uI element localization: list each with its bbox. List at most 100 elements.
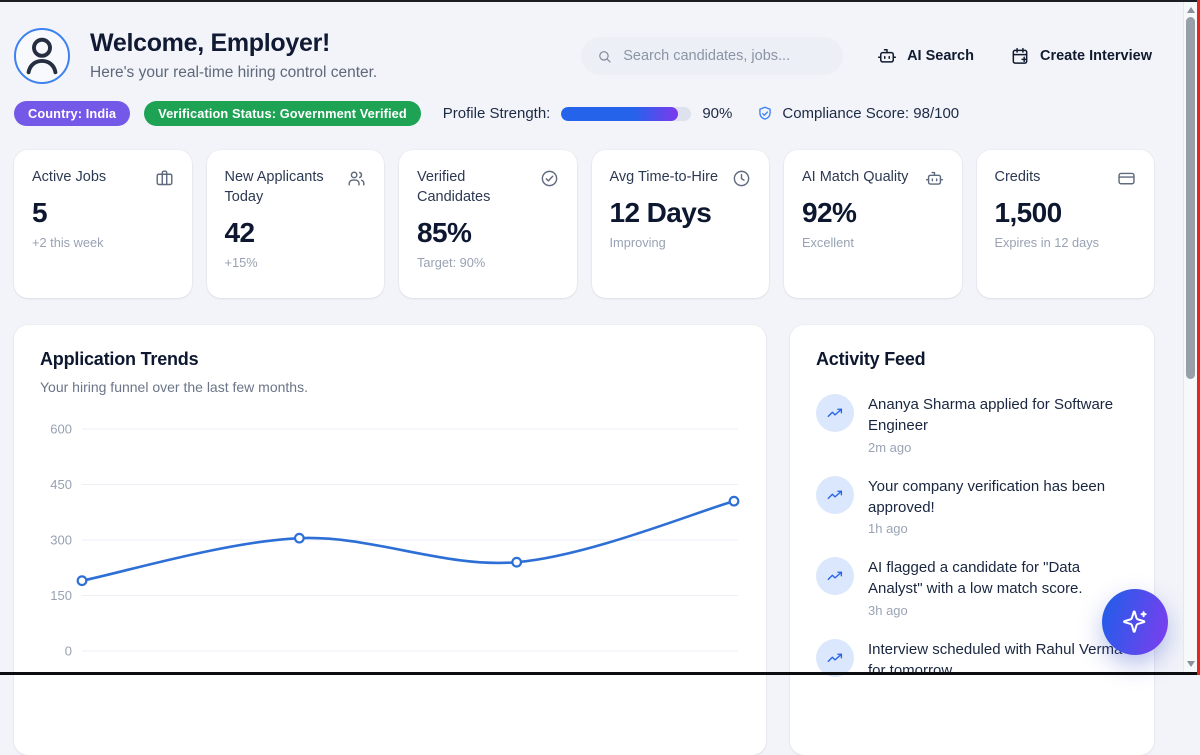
- stat-card-title: Avg Time-to-Hire: [610, 167, 719, 188]
- header-text: Welcome, Employer! Here's your real-time…: [90, 30, 377, 82]
- dashboard-page: Welcome, Employer! Here's your real-time…: [0, 0, 1200, 675]
- activity-feed-item-time: 1h ago: [868, 521, 1128, 536]
- svg-text:300: 300: [50, 533, 72, 548]
- svg-text:150: 150: [50, 588, 72, 603]
- stat-card-value: 12 Days: [610, 197, 752, 229]
- stat-card-header: New Applicants Today: [225, 167, 367, 208]
- users-icon: [347, 169, 366, 188]
- activity-feed-list: Ananya Sharma applied for Software Engin…: [816, 394, 1128, 681]
- activity-feed-title: Activity Feed: [816, 349, 1128, 370]
- ai-search-label: AI Search: [907, 48, 974, 64]
- profile-strength-label: Profile Strength:: [443, 105, 551, 122]
- trending-up-icon: [816, 476, 854, 514]
- bot-icon: [925, 169, 944, 188]
- user-icon: [16, 30, 68, 82]
- sparkles-icon: [1122, 609, 1149, 636]
- activity-feed-item-body: Ananya Sharma applied for Software Engin…: [868, 394, 1128, 455]
- stat-card-subtext: Expires in 12 days: [995, 235, 1137, 250]
- vertical-scrollbar[interactable]: [1183, 2, 1197, 672]
- stat-card-subtext: Improving: [610, 235, 752, 250]
- activity-feed-item-time: 2m ago: [868, 440, 1128, 455]
- ai-assistant-fab[interactable]: [1102, 589, 1168, 655]
- stat-card: Verified Candidates 85% Target: 90%: [399, 150, 577, 298]
- page-subtitle: Here's your real-time hiring control cen…: [90, 64, 377, 82]
- create-interview-button[interactable]: Create Interview: [1008, 40, 1154, 72]
- application-trends-panel: Application Trends Your hiring funnel ov…: [14, 325, 766, 755]
- credit-card-icon: [1117, 169, 1136, 188]
- profile-strength-fill: [561, 107, 678, 121]
- briefcase-icon: [155, 169, 174, 188]
- stat-card-header: Verified Candidates: [417, 167, 559, 208]
- header: Welcome, Employer! Here's your real-time…: [14, 28, 1154, 84]
- check-circle-icon: [540, 169, 559, 188]
- activity-feed-item: Your company verification has been appro…: [816, 476, 1128, 537]
- trending-up-icon: [816, 394, 854, 432]
- scroll-up-arrow[interactable]: [1187, 7, 1195, 13]
- header-left: Welcome, Employer! Here's your real-time…: [14, 28, 377, 84]
- main-row: Application Trends Your hiring funnel ov…: [14, 325, 1154, 755]
- stat-cards: Active Jobs 5 +2 this week New Applicants T…: [14, 150, 1154, 298]
- calendar-plus-icon: [1010, 46, 1030, 66]
- stat-card: Active Jobs 5 +2 this week: [14, 150, 192, 298]
- header-actions: AI Search Create Interview: [581, 37, 1154, 75]
- shield-check-icon: [756, 105, 774, 123]
- activity-feed-item-text: Ananya Sharma applied for Software Engin…: [868, 394, 1128, 437]
- svg-text:450: 450: [50, 477, 72, 492]
- bot-icon: [877, 46, 897, 66]
- screenshot-top-border: [0, 0, 1200, 2]
- stat-card: AI Match Quality92%Excellent: [784, 150, 962, 298]
- stat-card: New Applicants Today 42 +15%: [207, 150, 385, 298]
- stat-card-subtext: Target: 90%: [417, 255, 559, 270]
- activity-feed-item-time: 3h ago: [868, 603, 1128, 618]
- stat-card-subtext: +2 this week: [32, 235, 174, 250]
- stat-card-header: Avg Time-to-Hire: [610, 167, 752, 188]
- profile-strength-percent: 90%: [702, 105, 732, 122]
- chart-svg: 0 150 300 450 600: [40, 417, 740, 669]
- stat-card-header: Active Jobs: [32, 167, 174, 188]
- scrollbar-thumb[interactable]: [1186, 17, 1195, 379]
- stat-card-title: Verified Candidates: [417, 167, 532, 208]
- verification-badge: Verification Status: Government Verified: [144, 101, 421, 126]
- activity-feed-item-text: AI flagged a candidate for "Data Analyst…: [868, 557, 1128, 600]
- stat-card-value: 42: [225, 217, 367, 249]
- chart-data-point: [512, 558, 521, 567]
- compliance-label: Compliance Score: 98/100: [782, 105, 959, 122]
- svg-text:0: 0: [65, 644, 72, 659]
- stat-card-header: Credits: [995, 167, 1137, 188]
- activity-feed-panel: Activity Feed Ananya Sharma applied for …: [790, 325, 1154, 755]
- chart-title: Application Trends: [40, 349, 740, 370]
- svg-text:600: 600: [50, 422, 72, 437]
- chart-data-point: [730, 497, 739, 506]
- activity-feed-item: AI flagged a candidate for "Data Analyst…: [816, 557, 1128, 618]
- stat-card-title: AI Match Quality: [802, 167, 908, 188]
- stat-card-title: Credits: [995, 167, 1041, 188]
- trend-line-chart: 0 150 300 450 600: [40, 417, 740, 674]
- chart-data-point: [78, 576, 87, 585]
- scroll-down-arrow[interactable]: [1187, 661, 1195, 667]
- chart-data-point: [295, 534, 304, 543]
- stat-card-value: 1,500: [995, 197, 1137, 229]
- activity-feed-item-body: Your company verification has been appro…: [868, 476, 1128, 537]
- activity-feed-item-text: Your company verification has been appro…: [868, 476, 1128, 519]
- stat-card-value: 92%: [802, 197, 944, 229]
- search-icon: [597, 48, 612, 65]
- search-input[interactable]: [621, 47, 827, 65]
- activity-feed-item-body: AI flagged a candidate for "Data Analyst…: [868, 557, 1128, 618]
- stat-card-value: 5: [32, 197, 174, 229]
- profile-strength-bar: [561, 107, 691, 121]
- country-badge: Country: India: [14, 101, 130, 126]
- activity-feed-item: Ananya Sharma applied for Software Engin…: [816, 394, 1128, 455]
- ai-search-button[interactable]: AI Search: [875, 40, 976, 72]
- stat-card-subtext: +15%: [225, 255, 367, 270]
- clock-icon: [732, 169, 751, 188]
- status-row: Country: India Verification Status: Gove…: [14, 101, 1154, 126]
- trending-up-icon: [816, 557, 854, 595]
- avatar[interactable]: [14, 28, 70, 84]
- stat-card-title: New Applicants Today: [225, 167, 340, 208]
- stat-card-value: 85%: [417, 217, 559, 249]
- stat-card-header: AI Match Quality: [802, 167, 944, 188]
- stat-card: Credits 1,500 Expires in 12 days: [977, 150, 1155, 298]
- search-bar[interactable]: [581, 37, 843, 75]
- stat-card: Avg Time-to-Hire 12 Days Improving: [592, 150, 770, 298]
- create-interview-label: Create Interview: [1040, 48, 1152, 64]
